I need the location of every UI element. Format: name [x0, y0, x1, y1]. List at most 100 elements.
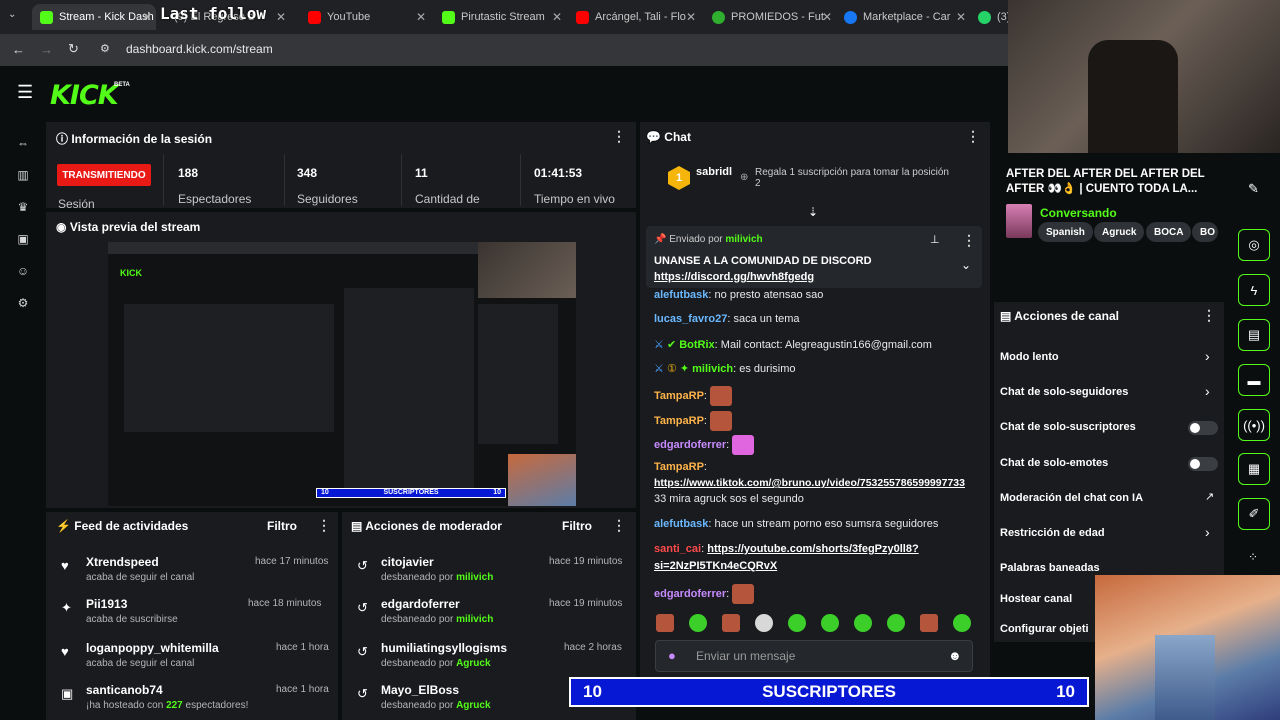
action-followers-only[interactable]: Chat de solo-seguidores	[1000, 386, 1128, 398]
session-menu-icon[interactable]: ⋮	[612, 128, 626, 145]
tiktok-link[interactable]: https://www.tiktok.com/@bruno.uy/video/7…	[654, 477, 965, 489]
forward-icon[interactable]: →	[40, 42, 53, 57]
reload-icon[interactable]: ↻	[68, 41, 79, 57]
community-icon[interactable]: ☺	[14, 264, 32, 282]
emote-quick-10[interactable]	[953, 614, 971, 632]
emote-quick-3[interactable]	[722, 614, 740, 632]
action-age-restriction[interactable]: Restricción de edad	[1000, 527, 1105, 539]
tab-list-icon[interactable]: ⌄	[8, 9, 16, 20]
edit-icon[interactable]: ✎	[1248, 181, 1259, 197]
channel-actions-menu-icon[interactable]: ⋮	[1202, 307, 1216, 324]
mod-by[interactable]: Agruck	[456, 700, 490, 711]
tab-arcangel[interactable]: Arcángel, Tali - Flo ✕	[570, 4, 700, 30]
close-icon[interactable]: ✕	[552, 10, 562, 24]
emote-quick-7[interactable]	[854, 614, 872, 632]
lightning-icon[interactable]: ϟ	[1238, 274, 1270, 306]
site-info-icon[interactable]: ⚙	[100, 42, 110, 55]
chat-username[interactable]: edgardoferrer	[654, 588, 726, 600]
chat-username[interactable]: alefutbask	[654, 518, 708, 530]
chat-username[interactable]: lucas_favro27	[654, 313, 727, 325]
chevron-right-icon[interactable]: ›	[1205, 348, 1210, 364]
emotes-only-toggle[interactable]	[1188, 457, 1218, 471]
tab-kick-dashboard[interactable]: Stream - Kick Dash ✕	[32, 4, 156, 30]
feed-item-name[interactable]: santicanob74	[86, 683, 163, 697]
category-thumbnail[interactable]	[1006, 204, 1032, 238]
feed-item-name[interactable]: Xtrendspeed	[86, 555, 159, 569]
action-ai-moderation[interactable]: Moderación del chat con IA	[1000, 492, 1143, 504]
mod-by[interactable]: Agruck	[456, 658, 490, 669]
feed-menu-icon[interactable]: ⋮	[317, 517, 331, 534]
close-icon[interactable]: ✕	[686, 10, 696, 24]
menu-icon[interactable]: ☰	[17, 82, 33, 103]
subs-only-toggle[interactable]	[1188, 421, 1218, 435]
mod-item-name[interactable]: citojavier	[381, 555, 434, 569]
chat-username[interactable]: TampaRP	[654, 461, 704, 473]
document-icon[interactable]: ▤	[1238, 319, 1270, 351]
tab-youtube[interactable]: YouTube ✕	[300, 4, 430, 30]
chevron-right-icon[interactable]: ›	[1205, 524, 1210, 540]
mod-menu-icon[interactable]: ⋮	[612, 517, 626, 534]
tag-agruck[interactable]: Agruck	[1094, 222, 1145, 242]
mod-by[interactable]: milivich	[456, 614, 493, 625]
stream-icon[interactable]: ▣	[14, 232, 32, 250]
chat-icon[interactable]: ▬	[1238, 364, 1270, 396]
action-configure-goals[interactable]: Configurar objeti	[1000, 623, 1089, 635]
chat-link[interactable]: https://www.tiktok.com/@bruno.uy/video/7…	[654, 477, 965, 489]
chevron-down-icon[interactable]: ⌄	[961, 258, 971, 272]
close-icon[interactable]: ✕	[956, 10, 966, 24]
close-icon[interactable]: ✕	[276, 10, 286, 24]
action-host-channel[interactable]: Hostear canal	[1000, 593, 1072, 605]
youtube-link[interactable]: https://youtube.com/shorts/3fegPzy0ll8?	[707, 543, 918, 555]
chevron-right-icon[interactable]: ›	[1205, 383, 1210, 399]
chat-username[interactable]: milivich	[692, 363, 733, 375]
tab-promiedos[interactable]: PROMIEDOS - Fut ✕	[706, 4, 836, 30]
mod-item-name[interactable]: humiliatingsyllogisms	[381, 641, 507, 655]
emote-quick-1[interactable]	[656, 614, 674, 632]
camera-icon[interactable]: ◎	[1238, 229, 1270, 261]
kick-logo[interactable]: KICK	[50, 80, 119, 111]
pinned-link[interactable]: https://discord.gg/hwvh8fgedg	[654, 271, 814, 283]
tab-pirutastic[interactable]: Pirutastic Stream ✕	[436, 4, 566, 30]
chat-input[interactable]: ● Enviar un mensaje ☻	[655, 640, 973, 672]
collapse-icon[interactable]: ⇔	[14, 136, 32, 154]
action-banned-words[interactable]: Palabras baneadas	[1000, 562, 1100, 574]
feed-item-name[interactable]: loganpoppy_whitemilla	[86, 641, 219, 655]
settings-dots-icon[interactable]: ⁘	[1248, 550, 1258, 564]
mod-item-name[interactable]: edgardoferrer	[381, 597, 460, 611]
emote-quick-9[interactable]	[920, 614, 938, 632]
analytics-icon[interactable]: ▥	[14, 168, 32, 186]
emote-quick-8[interactable]	[887, 614, 905, 632]
close-icon[interactable]: ✕	[416, 10, 426, 24]
mod-filter-button[interactable]: Filtro	[562, 519, 592, 533]
close-icon[interactable]: ✕	[822, 10, 832, 24]
chat-menu-icon[interactable]: ⋮	[966, 128, 980, 145]
chat-username[interactable]: TampaRP	[654, 415, 704, 427]
back-icon[interactable]: ←	[12, 42, 25, 57]
chat-username[interactable]: alefutbask	[654, 289, 708, 301]
pinned-user[interactable]: milivich	[725, 234, 762, 245]
settings-icon[interactable]: ⚙	[14, 296, 32, 314]
tab-whatsapp[interactable]: (3)	[974, 4, 1008, 30]
category-name[interactable]: Conversando	[1040, 206, 1117, 220]
youtube-link-cont[interactable]: si=2NzPI5TKn4eCQRvX	[654, 560, 777, 572]
url-text[interactable]: dashboard.kick.com/stream	[126, 42, 273, 56]
layout-icon[interactable]: ▦	[1238, 453, 1270, 485]
mod-item-name[interactable]: Mayo_ElBoss	[381, 683, 459, 697]
scroll-down-icon[interactable]: ⇣	[808, 205, 818, 219]
emoji-icon[interactable]: ☻	[948, 648, 962, 663]
tab-marketplace[interactable]: Marketplace - Car ✕	[840, 4, 970, 30]
chat-username[interactable]: edgardoferrer	[654, 439, 726, 451]
broadcast-icon[interactable]: ((•))	[1238, 409, 1270, 441]
feed-filter-button[interactable]: Filtro	[267, 519, 297, 533]
mod-by[interactable]: milivich	[456, 572, 493, 583]
chat-link[interactable]: si=2NzPI5TKn4eCQRvX	[654, 560, 777, 572]
action-slow-mode[interactable]: Modo lento	[1000, 351, 1059, 363]
emote-quick-6[interactable]	[821, 614, 839, 632]
chat-username[interactable]: BotRix	[679, 339, 714, 351]
external-link-icon[interactable]: ↗	[1205, 490, 1214, 503]
emote-quick-5[interactable]	[788, 614, 806, 632]
top-gifter-name[interactable]: sabridl	[696, 166, 732, 178]
pin-icon[interactable]: ⊥	[930, 233, 940, 246]
tag-spanish[interactable]: Spanish	[1038, 222, 1093, 242]
chat-username[interactable]: TampaRP	[654, 390, 704, 402]
